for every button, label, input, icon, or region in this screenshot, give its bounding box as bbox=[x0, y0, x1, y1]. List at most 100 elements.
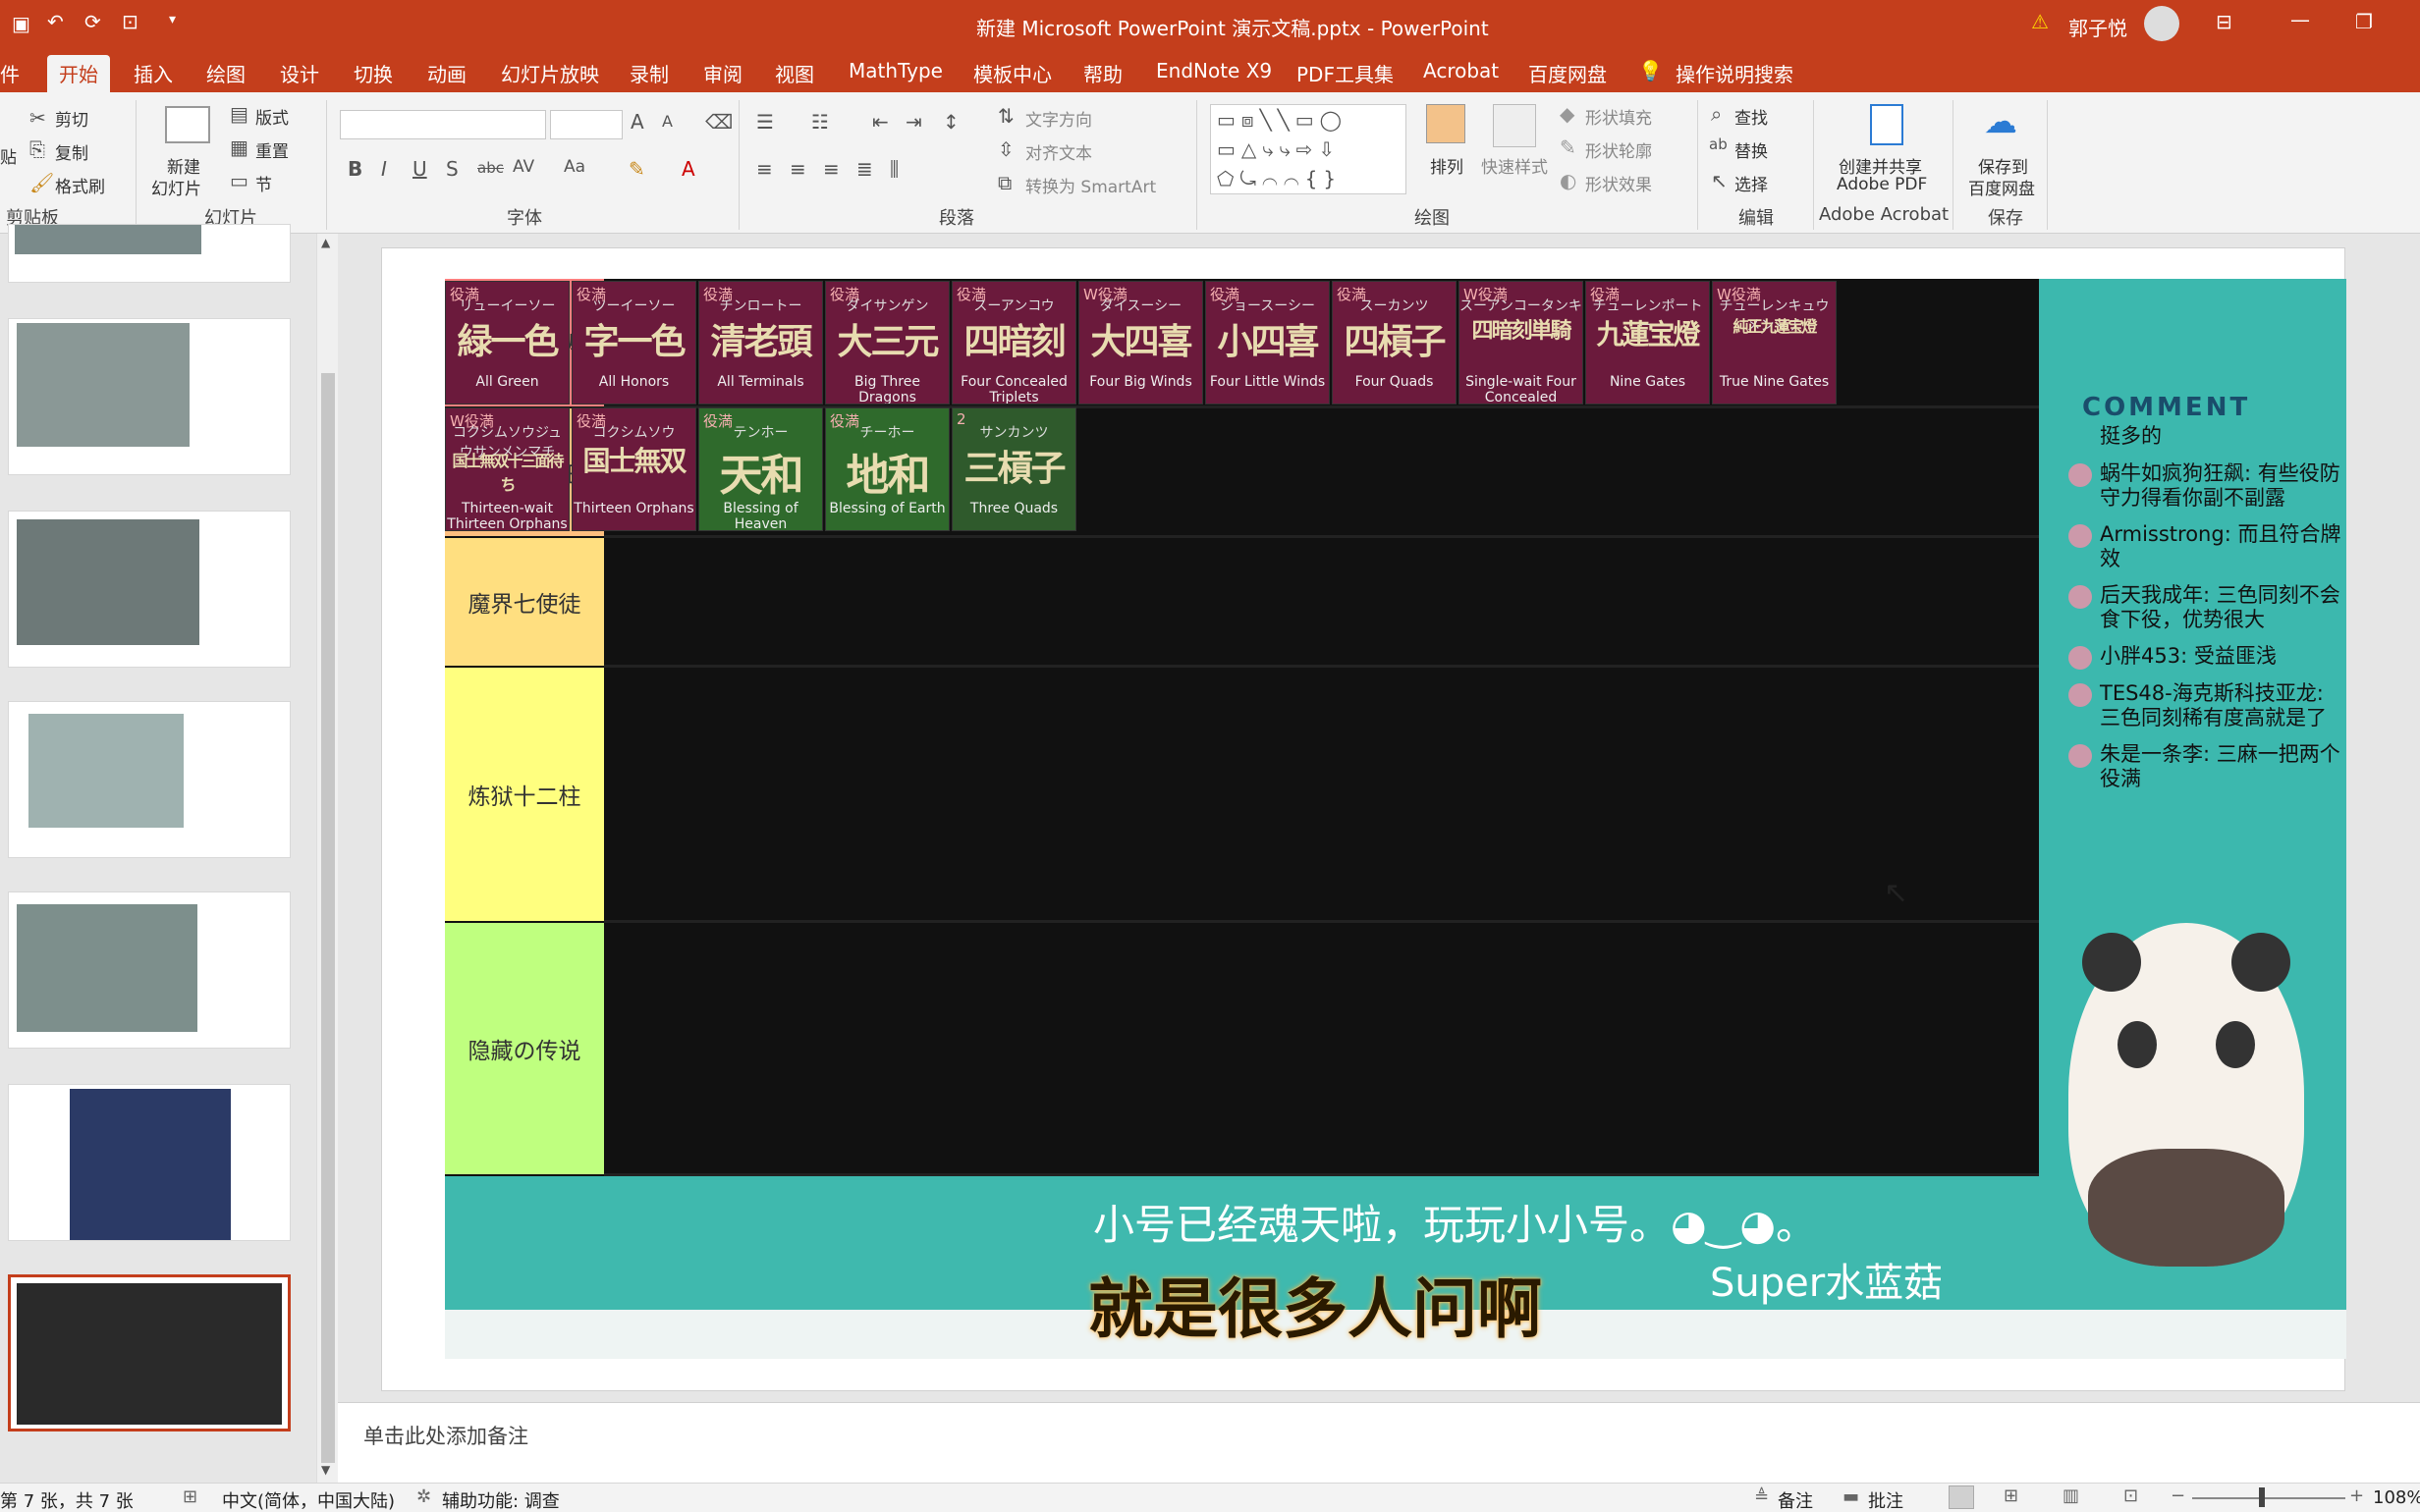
copy-icon[interactable]: ⎘ bbox=[29, 137, 45, 161]
notes-icon[interactable]: ≜ bbox=[1754, 1486, 1769, 1507]
replace-button[interactable]: 替换 bbox=[1734, 137, 1768, 162]
scroll-up-icon[interactable]: ▲ bbox=[321, 236, 330, 249]
language-indicator[interactable]: 中文(简体，中国大陆) bbox=[222, 1487, 395, 1512]
tab-animations[interactable]: 动画 bbox=[427, 59, 467, 87]
quick-style-icon[interactable] bbox=[1493, 104, 1536, 147]
cut-icon[interactable]: ✂ bbox=[29, 106, 46, 130]
tab-template[interactable]: 模板中心 bbox=[973, 59, 1052, 87]
tab-file[interactable]: 件 bbox=[0, 59, 20, 87]
reset-icon[interactable]: ▦ bbox=[230, 135, 248, 159]
layout-button[interactable]: 版式 bbox=[255, 104, 289, 129]
comments-icon[interactable]: ▬ bbox=[1842, 1486, 1859, 1507]
char-spacing-icon[interactable]: AV bbox=[513, 157, 534, 177]
scroll-thumb[interactable] bbox=[321, 373, 335, 1463]
decrease-indent-icon[interactable]: ⇤ bbox=[872, 110, 889, 134]
tab-slideshow[interactable]: 幻灯片放映 bbox=[501, 59, 599, 87]
bullets-icon[interactable]: ☰ bbox=[756, 110, 774, 134]
highlight-icon[interactable]: ✎ bbox=[629, 157, 645, 181]
italic-icon[interactable]: I bbox=[381, 157, 387, 181]
notes-pane[interactable]: 单击此处添加备注 bbox=[338, 1402, 2420, 1483]
shape-outline-button[interactable]: 形状轮廓 bbox=[1585, 137, 1652, 162]
columns-icon[interactable]: ⫼ bbox=[890, 157, 899, 181]
present-icon[interactable]: ⊡ bbox=[122, 10, 138, 33]
align-center-icon[interactable]: ≡ bbox=[790, 157, 806, 181]
accessibility-icon[interactable]: ✲ bbox=[416, 1486, 431, 1507]
baidu-cloud-icon[interactable]: ☁ bbox=[1984, 102, 2017, 141]
arrange-button[interactable]: 排列 bbox=[1430, 153, 1463, 178]
font-family-dropdown[interactable] bbox=[340, 110, 546, 139]
slideshow-icon[interactable]: ⊡ bbox=[2123, 1485, 2138, 1506]
zoom-out-icon[interactable]: − bbox=[2171, 1485, 2185, 1506]
slide-thumbnail[interactable] bbox=[8, 891, 291, 1049]
format-painter-button[interactable]: 格式刷 bbox=[55, 173, 105, 197]
smartart-button[interactable]: 转换为 SmartArt bbox=[1025, 173, 1156, 197]
tab-acrobat[interactable]: Acrobat bbox=[1423, 59, 1499, 82]
tab-pdf[interactable]: PDF工具集 bbox=[1296, 59, 1394, 87]
change-case-icon[interactable]: Aa bbox=[564, 157, 585, 177]
select-button[interactable]: 选择 bbox=[1734, 171, 1768, 195]
minimize-icon[interactable]: — bbox=[2290, 8, 2310, 31]
zoom-slider[interactable] bbox=[2192, 1497, 2345, 1499]
restore-icon[interactable]: ❐ bbox=[2355, 10, 2373, 33]
tab-draw[interactable]: 绘图 bbox=[206, 59, 246, 87]
new-slide-icon[interactable] bbox=[165, 106, 210, 143]
tab-help[interactable]: 帮助 bbox=[1083, 59, 1123, 87]
new-slide-label-2[interactable]: 幻灯片 bbox=[151, 175, 201, 199]
section-button[interactable]: 节 bbox=[255, 171, 272, 195]
numbering-icon[interactable]: ☷ bbox=[811, 110, 829, 134]
create-pdf-label-2[interactable]: Adobe PDF bbox=[1837, 175, 1927, 194]
align-text-icon[interactable]: ⇳ bbox=[998, 137, 1015, 161]
accessibility-status[interactable]: 辅助功能: 调查 bbox=[442, 1487, 560, 1512]
strikethrough-icon[interactable]: abc bbox=[477, 159, 504, 177]
tab-baidu[interactable]: 百度网盘 bbox=[1528, 59, 1607, 87]
align-right-icon[interactable]: ≡ bbox=[823, 157, 840, 181]
select-icon[interactable]: ↖ bbox=[1711, 169, 1728, 192]
clear-format-icon[interactable]: ⌫ bbox=[705, 110, 733, 134]
grow-font-icon[interactable]: A bbox=[631, 110, 644, 134]
underline-icon[interactable]: U bbox=[412, 157, 427, 181]
adobe-pdf-icon[interactable] bbox=[1870, 104, 1903, 145]
slide-thumbnail[interactable] bbox=[8, 1084, 291, 1241]
avatar[interactable] bbox=[2144, 6, 2179, 41]
slide-thumbnail-active[interactable] bbox=[8, 1274, 291, 1431]
arrange-icon[interactable] bbox=[1426, 104, 1465, 143]
tab-mathtype[interactable]: MathType bbox=[849, 59, 943, 82]
shrink-font-icon[interactable]: A bbox=[662, 112, 673, 131]
zoom-in-icon[interactable]: + bbox=[2349, 1485, 2364, 1506]
shape-fill-icon[interactable]: ◆ bbox=[1560, 102, 1574, 126]
justify-icon[interactable]: ≣ bbox=[856, 157, 873, 181]
zoom-slider-thumb[interactable] bbox=[2259, 1487, 2265, 1507]
find-button[interactable]: 查找 bbox=[1734, 104, 1768, 129]
copy-button[interactable]: 复制 bbox=[55, 139, 88, 164]
slide-sorter-icon[interactable]: ⊞ bbox=[2004, 1485, 2018, 1506]
text-direction-button[interactable]: 文字方向 bbox=[1025, 106, 1092, 131]
find-icon[interactable]: ⌕ bbox=[1711, 102, 1722, 126]
replace-icon[interactable]: ab bbox=[1709, 135, 1728, 153]
text-direction-icon[interactable]: ⇅ bbox=[998, 104, 1015, 128]
slide-thumbnail[interactable] bbox=[8, 701, 291, 858]
paste-label[interactable]: 贴 bbox=[0, 143, 17, 168]
save-icon[interactable]: ▣ bbox=[12, 12, 30, 35]
tab-view[interactable]: 视图 bbox=[775, 59, 814, 87]
tab-endnote[interactable]: EndNote X9 bbox=[1156, 59, 1272, 82]
shadow-icon[interactable]: S bbox=[446, 157, 459, 181]
tell-me-search[interactable]: 操作说明搜索 bbox=[1676, 59, 1793, 87]
reset-button[interactable]: 重置 bbox=[255, 137, 289, 162]
shape-fill-button[interactable]: 形状填充 bbox=[1585, 104, 1652, 129]
undo-icon[interactable]: ↶ bbox=[47, 10, 64, 33]
section-icon[interactable]: ▭ bbox=[230, 169, 248, 192]
slide-thumbnail[interactable] bbox=[8, 511, 291, 668]
reading-view-icon[interactable]: ▥ bbox=[2062, 1485, 2079, 1506]
slide-thumbnail[interactable] bbox=[8, 318, 291, 475]
redo-icon[interactable]: ⟳ bbox=[84, 10, 101, 33]
tab-review[interactable]: 审阅 bbox=[703, 59, 742, 87]
quick-style-button[interactable]: 快速样式 bbox=[1481, 153, 1548, 178]
normal-view-icon[interactable] bbox=[1949, 1485, 1974, 1509]
scroll-down-icon[interactable]: ▼ bbox=[321, 1463, 330, 1477]
smartart-icon[interactable]: ⧉ bbox=[998, 171, 1012, 194]
spellcheck-icon[interactable]: ⊞ bbox=[183, 1486, 197, 1507]
notes-button[interactable]: 备注 bbox=[1778, 1487, 1813, 1512]
shape-outline-icon[interactable]: ✎ bbox=[1560, 135, 1576, 159]
thumbnail-scrollbar[interactable]: ▲ ▼ bbox=[316, 234, 338, 1483]
shape-effect-button[interactable]: 形状效果 bbox=[1585, 171, 1652, 195]
